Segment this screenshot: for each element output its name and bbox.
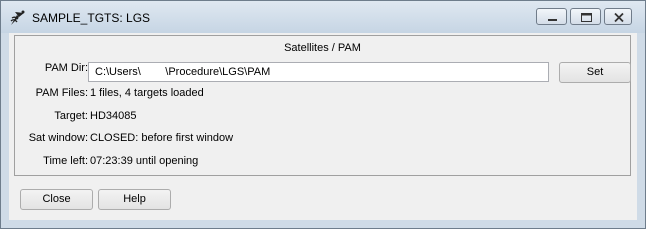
app-window: SAMPLE_TGTS: LGS Satellites / PAM PAM Di…: [0, 0, 646, 229]
sat-window-label: Sat window:: [28, 132, 88, 144]
sat-window-value: CLOSED: before first window: [90, 132, 234, 144]
client-area: Satellites / PAM PAM Dir: C:\Users\ \Pro…: [9, 33, 637, 220]
satellites-pam-panel: Satellites / PAM PAM Dir: C:\Users\ \Pro…: [14, 35, 631, 176]
maximize-icon: [581, 13, 592, 22]
target-label: Target:: [54, 110, 88, 122]
minimize-button[interactable]: [536, 8, 567, 25]
panel-title: Satellites / PAM: [284, 42, 361, 54]
pam-files-label: PAM Files:: [35, 87, 88, 99]
window-title: SAMPLE_TGTS: LGS: [32, 11, 151, 25]
pam-dir-field[interactable]: C:\Users\ \Procedure\LGS\PAM: [88, 62, 549, 82]
close-button[interactable]: Close: [20, 189, 93, 210]
target-value: HD34085: [90, 110, 137, 122]
close-icon: [614, 12, 624, 23]
close-window-button[interactable]: [604, 8, 632, 25]
title-bar[interactable]: SAMPLE_TGTS: LGS: [1, 1, 645, 33]
pam-files-value: 1 files, 4 targets loaded: [90, 87, 204, 99]
minimize-icon: [548, 19, 557, 21]
maximize-button[interactable]: [570, 8, 601, 25]
satellite-icon: [9, 9, 27, 27]
set-button[interactable]: Set: [559, 62, 631, 83]
time-left-value: 07:23:39 until opening: [90, 155, 199, 167]
help-button[interactable]: Help: [98, 189, 171, 210]
pam-dir-label: PAM Dir:: [44, 62, 88, 74]
time-left-label: Time left:: [43, 155, 88, 167]
